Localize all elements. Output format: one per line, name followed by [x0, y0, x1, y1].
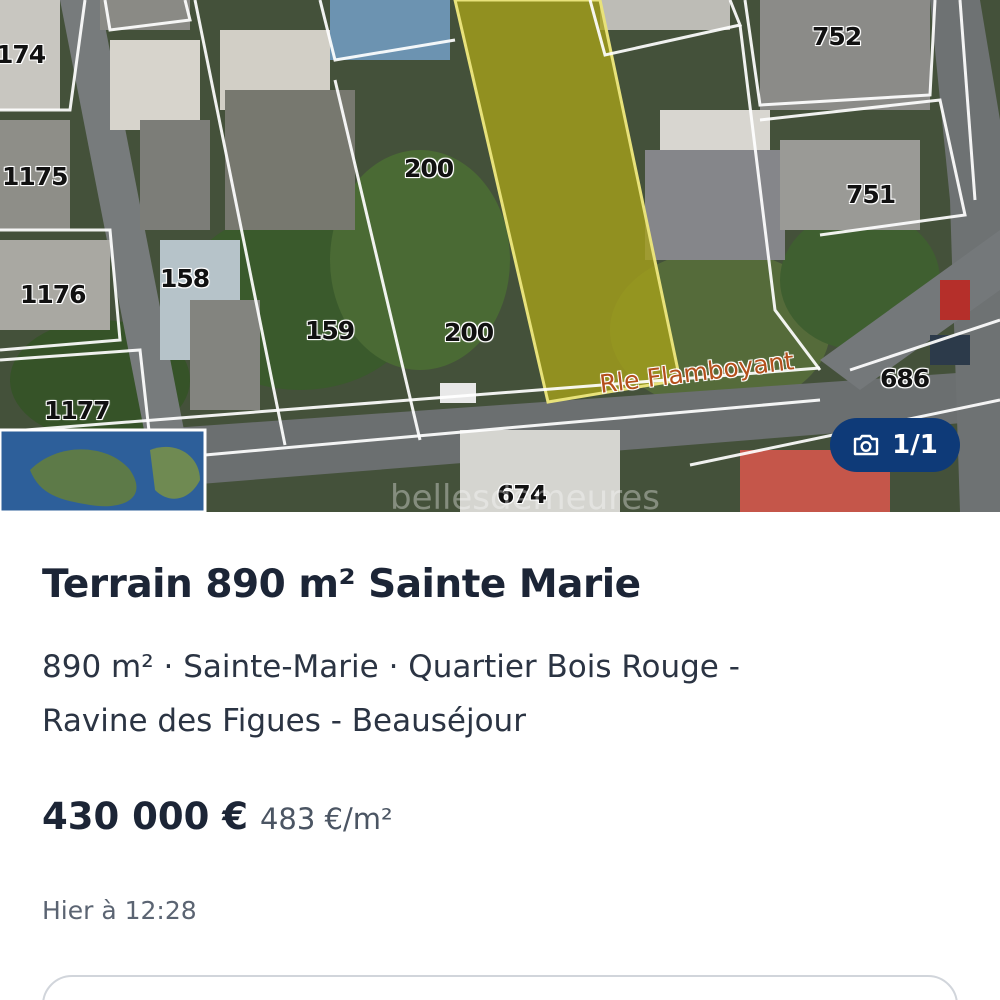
camera-icon	[853, 434, 879, 456]
photo-counter-badge[interactable]: 1/1	[830, 418, 960, 472]
listing-photo[interactable]: 174 1175 1176 1177 158 159 200 200 752 7…	[0, 0, 1000, 512]
photo-counter-text: 1/1	[892, 430, 938, 460]
parcel-number-174: 174	[0, 40, 46, 69]
listing-price: 430 000 €	[42, 795, 248, 838]
parcel-number-686: 686	[880, 364, 930, 393]
parcel-number-200-north: 200	[404, 154, 454, 183]
price-per-square-meter: 483 €/m²	[259, 802, 393, 836]
contact-button[interactable]	[42, 975, 958, 1000]
parcel-number-158: 158	[160, 264, 210, 293]
parcel-number-1176: 1176	[20, 280, 87, 309]
listing-subtitle-line-2: Ravine des Figues - Beauséjour	[42, 703, 526, 739]
parcel-number-1175: 1175	[2, 162, 69, 191]
listing-title[interactable]: Terrain 890 m² Sainte Marie	[42, 562, 641, 607]
listing-subtitle: 890 m² · Sainte-Marie · Quartier Bois Ro…	[42, 640, 942, 748]
parcel-number-200-south: 200	[444, 318, 494, 347]
parcel-number-751: 751	[846, 180, 896, 209]
listing-subtitle-line-1: 890 m² · Sainte-Marie · Quartier Bois Ro…	[42, 649, 740, 685]
price-row: 430 000 € 483 €/m²	[42, 795, 393, 838]
parcel-number-159: 159	[305, 316, 355, 345]
parcel-number-1177: 1177	[44, 396, 111, 425]
watermark: bellesdemeures	[390, 478, 660, 512]
parcel-number-752: 752	[812, 22, 862, 51]
posted-date: Hier à 12:28	[42, 896, 197, 925]
